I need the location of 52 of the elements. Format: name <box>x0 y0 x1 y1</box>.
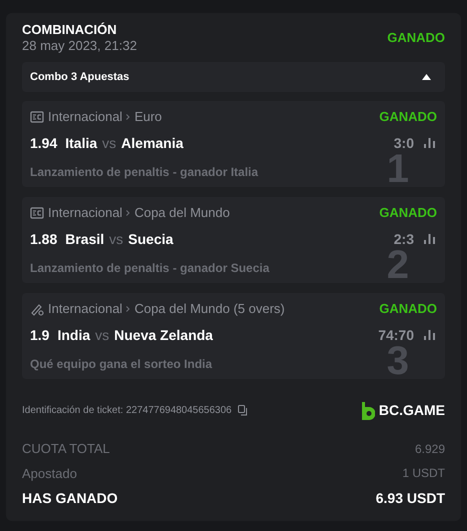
odds-value: 1.9 <box>30 326 50 344</box>
selection-status: GANADO <box>379 300 437 318</box>
league-label: Copa del Mundo (5 overs) <box>134 300 285 318</box>
score: 3:0 <box>394 134 414 152</box>
copy-icon[interactable] <box>238 405 249 416</box>
score: 2:3 <box>394 230 414 248</box>
versus-label: vs <box>109 230 124 248</box>
combo-toggle[interactable]: Combo 3 Apuestas <box>22 62 445 92</box>
bet-title: COMBINACIÓN <box>22 22 118 38</box>
cricket-bat-icon <box>30 302 44 316</box>
category-label: Internacional <box>48 108 122 126</box>
score: 74:70 <box>378 326 414 344</box>
versus-label: vs <box>95 326 110 344</box>
stats-icon[interactable] <box>424 234 435 244</box>
total-label: Apostado <box>22 464 77 483</box>
total-label: HAS GANADO <box>22 489 118 508</box>
ticket-id: Identificación de ticket: 2274776948045656306 <box>22 404 232 418</box>
home-team: India <box>57 326 90 344</box>
selection-status: GANADO <box>379 108 437 126</box>
market-label: Qué equipo gana el sorteo India <box>30 356 212 372</box>
badge-icon <box>30 206 44 220</box>
bet-status: GANADO <box>387 28 445 47</box>
brand-name: BC.GAME <box>378 401 445 420</box>
stats-icon[interactable] <box>424 138 435 148</box>
total-value: 1 USDT <box>402 465 445 482</box>
league-label: Copa del Mundo <box>134 204 230 222</box>
home-team: Italia <box>65 134 98 152</box>
total-value: 6.93 USDT <box>376 489 445 508</box>
versus-label: vs <box>102 134 116 152</box>
odds-value: 1.88 <box>30 230 58 248</box>
category-label: Internacional <box>48 300 122 318</box>
category-label: Internacional <box>48 204 122 222</box>
caret-icon <box>422 74 431 80</box>
away-team: Alemania <box>121 134 184 152</box>
market-label: Lanzamiento de penaltis - ganador Italia <box>30 164 258 180</box>
away-team: Nueva Zelanda <box>114 326 213 344</box>
market-label: Lanzamiento de penaltis - ganador Suecia <box>30 260 270 276</box>
stats-icon[interactable] <box>424 330 435 340</box>
bet-date: 28 may 2023, 21:32 <box>22 38 137 53</box>
combo-label: Combo 3 Apuestas <box>30 70 130 85</box>
league-label: Euro <box>134 108 162 126</box>
chevron-icon <box>126 306 130 312</box>
badge-icon <box>30 110 44 124</box>
total-value: 6.929 <box>414 440 445 458</box>
total-label: CUOTA TOTAL <box>22 440 110 458</box>
chevron-icon <box>126 114 130 120</box>
away-team: Suecia <box>128 230 174 248</box>
chevron-icon <box>126 210 130 216</box>
selection-status: GANADO <box>379 204 437 222</box>
home-team: Brasil <box>65 230 104 248</box>
odds-value: 1.94 <box>30 134 58 152</box>
logo-icon <box>360 402 375 420</box>
